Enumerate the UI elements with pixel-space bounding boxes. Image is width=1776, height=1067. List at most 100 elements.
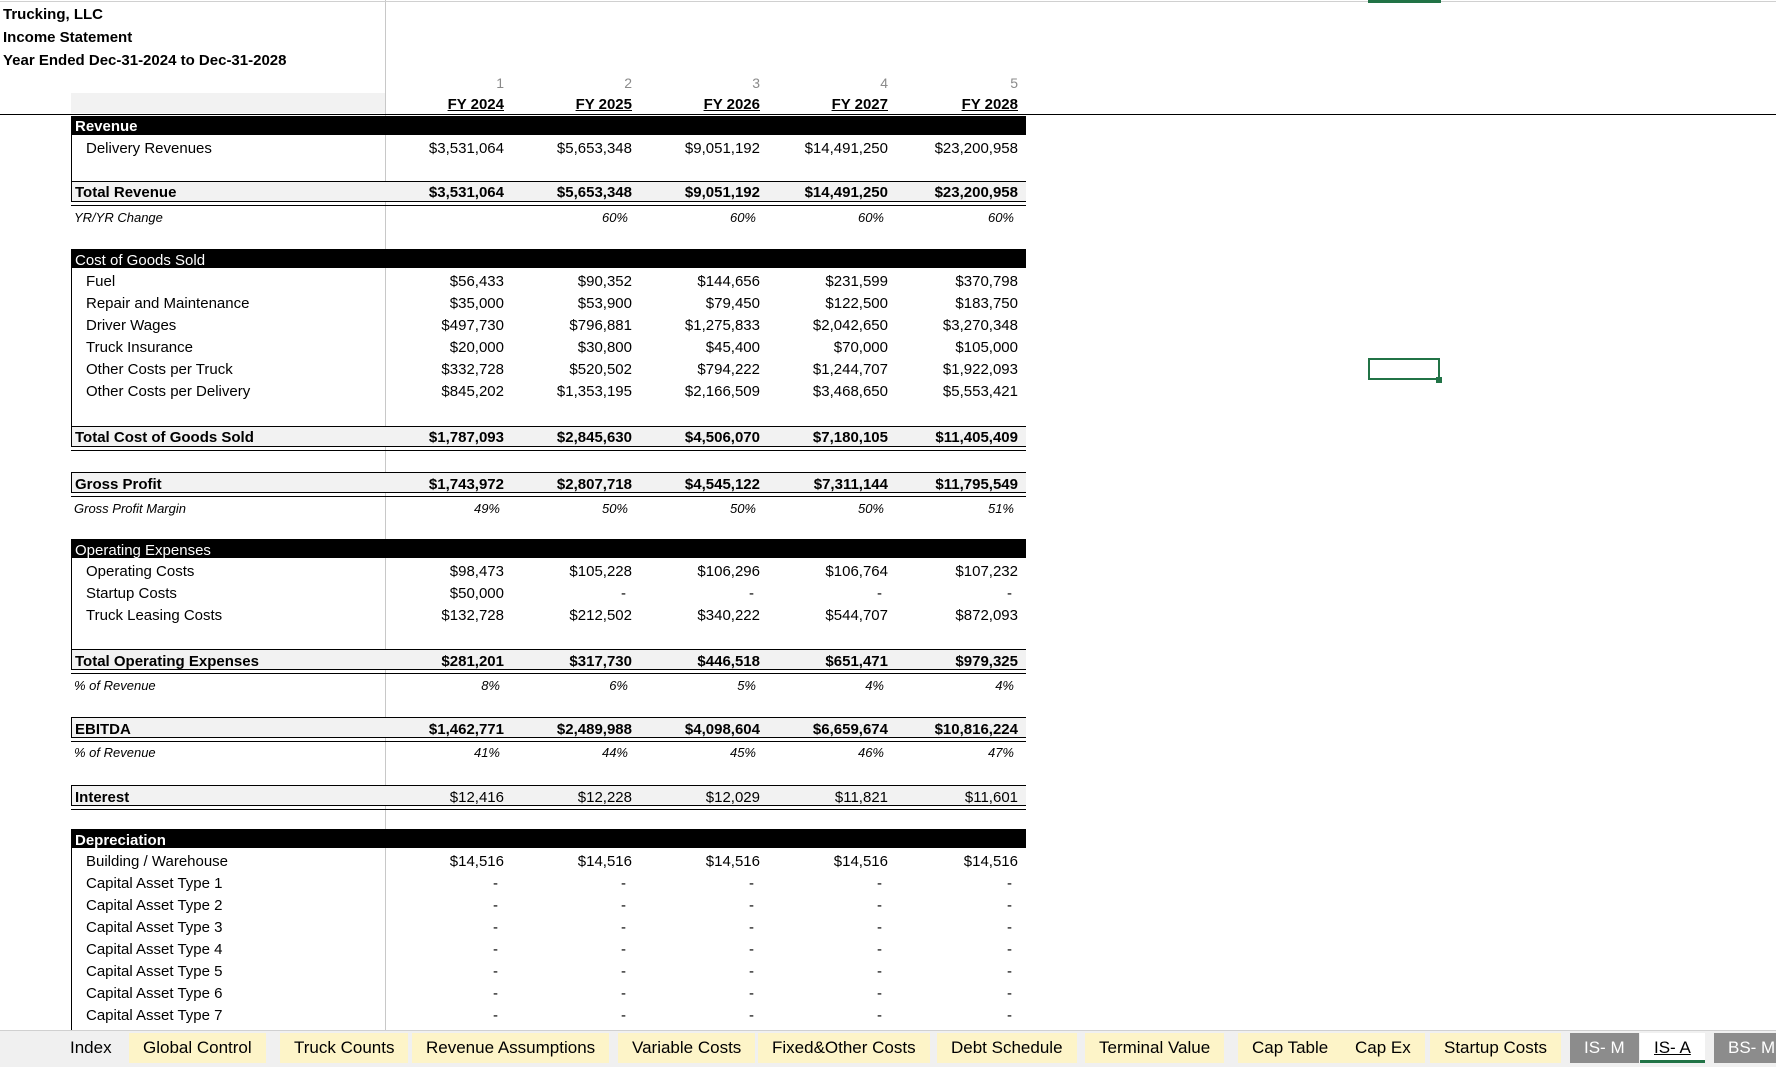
depreciation-value[interactable]: - <box>892 898 1012 913</box>
cogs-value[interactable]: $794,222 <box>640 362 760 377</box>
depreciation-value[interactable]: - <box>634 942 754 957</box>
depreciation-value[interactable]: - <box>762 898 882 913</box>
depreciation-value[interactable]: $14,516 <box>384 854 504 869</box>
cogs-value[interactable]: $56,433 <box>384 274 504 289</box>
depreciation-value[interactable]: - <box>378 1008 498 1023</box>
cogs-value[interactable]: $1,922,093 <box>898 362 1018 377</box>
total-opex-value[interactable]: $446,518 <box>640 654 760 669</box>
yoy-change-value[interactable]: 60% <box>764 211 884 224</box>
ebitda-pct-value[interactable]: 45% <box>636 746 756 759</box>
sheet-tab[interactable]: Cap Table <box>1238 1033 1343 1063</box>
depreciation-value[interactable]: - <box>378 942 498 957</box>
cogs-value[interactable]: $1,244,707 <box>768 362 888 377</box>
cogs-value[interactable]: $497,730 <box>384 318 504 333</box>
depreciation-value[interactable]: - <box>378 876 498 891</box>
opex-pct-value[interactable]: 4% <box>764 679 884 692</box>
sheet-tab[interactable]: Terminal Value <box>1085 1033 1225 1063</box>
depreciation-value[interactable]: - <box>892 1008 1012 1023</box>
opex-pct-value[interactable]: 8% <box>380 679 500 692</box>
gross-profit-value[interactable]: $11,795,549 <box>898 477 1018 492</box>
cogs-value[interactable]: $30,800 <box>512 340 632 355</box>
yoy-change-value[interactable]: 60% <box>636 211 756 224</box>
gross-margin-value[interactable]: 51% <box>894 502 1014 515</box>
depreciation-value[interactable]: - <box>892 876 1012 891</box>
ebitda-pct-value[interactable]: 46% <box>764 746 884 759</box>
yoy-change-value[interactable]: 60% <box>508 211 628 224</box>
depreciation-value[interactable]: $14,516 <box>898 854 1018 869</box>
opex-pct-value[interactable]: 4% <box>894 679 1014 692</box>
total-revenue-value[interactable]: $5,653,348 <box>512 185 632 200</box>
fill-handle[interactable] <box>1436 377 1442 383</box>
opex-value[interactable]: $106,296 <box>640 564 760 579</box>
ebitda-value[interactable]: $2,489,988 <box>512 722 632 737</box>
opex-value[interactable]: $132,728 <box>384 608 504 623</box>
gross-profit-value[interactable]: $1,743,972 <box>384 477 504 492</box>
depreciation-value[interactable]: $14,516 <box>512 854 632 869</box>
depreciation-value[interactable]: - <box>762 920 882 935</box>
cogs-value[interactable]: $796,881 <box>512 318 632 333</box>
cogs-value[interactable]: $122,500 <box>768 296 888 311</box>
sheet-tab[interactable]: Truck Counts <box>280 1033 409 1063</box>
depreciation-value[interactable]: - <box>378 898 498 913</box>
depreciation-value[interactable]: - <box>634 986 754 1001</box>
depreciation-value[interactable]: - <box>506 986 626 1001</box>
depreciation-value[interactable]: - <box>762 942 882 957</box>
opex-value[interactable]: $50,000 <box>384 586 504 601</box>
cogs-value[interactable]: $79,450 <box>640 296 760 311</box>
opex-value[interactable]: - <box>762 586 882 601</box>
opex-value[interactable]: - <box>506 586 626 601</box>
total-cogs-value[interactable]: $11,405,409 <box>898 430 1018 445</box>
opex-pct-value[interactable]: 6% <box>508 679 628 692</box>
sheet-tab[interactable]: Revenue Assumptions <box>412 1033 610 1063</box>
gross-profit-value[interactable]: $2,807,718 <box>512 477 632 492</box>
ebitda-value[interactable]: $4,098,604 <box>640 722 760 737</box>
delivery-revenue-value[interactable]: $5,653,348 <box>512 141 632 156</box>
depreciation-value[interactable]: - <box>378 986 498 1001</box>
depreciation-value[interactable]: - <box>634 876 754 891</box>
sheet-tab[interactable]: Global Control <box>129 1033 266 1063</box>
depreciation-value[interactable]: - <box>762 1008 882 1023</box>
sheet-tab[interactable]: BS- M <box>1714 1033 1776 1063</box>
depreciation-value[interactable]: - <box>892 986 1012 1001</box>
cogs-value[interactable]: $5,553,421 <box>898 384 1018 399</box>
cogs-value[interactable]: $845,202 <box>384 384 504 399</box>
opex-value[interactable]: $544,707 <box>768 608 888 623</box>
opex-value[interactable]: $106,764 <box>768 564 888 579</box>
depreciation-value[interactable]: $14,516 <box>640 854 760 869</box>
cogs-value[interactable]: $35,000 <box>384 296 504 311</box>
cogs-value[interactable]: $1,275,833 <box>640 318 760 333</box>
depreciation-value[interactable]: - <box>634 964 754 979</box>
sheet-tab[interactable]: Startup Costs <box>1430 1033 1561 1063</box>
opex-value[interactable]: $872,093 <box>898 608 1018 623</box>
delivery-revenue-value[interactable]: $9,051,192 <box>640 141 760 156</box>
depreciation-value[interactable]: - <box>634 1008 754 1023</box>
cogs-value[interactable]: $2,166,509 <box>640 384 760 399</box>
depreciation-value[interactable]: - <box>892 942 1012 957</box>
selected-cell[interactable] <box>1368 358 1440 380</box>
opex-value[interactable]: - <box>634 586 754 601</box>
ebitda-value[interactable]: $6,659,674 <box>768 722 888 737</box>
total-revenue-value[interactable]: $9,051,192 <box>640 185 760 200</box>
gross-profit-value[interactable]: $4,545,122 <box>640 477 760 492</box>
sheet-tab[interactable]: Cap Ex <box>1341 1033 1425 1063</box>
total-revenue-value[interactable]: $14,491,250 <box>768 185 888 200</box>
ebitda-pct-value[interactable]: 44% <box>508 746 628 759</box>
ebitda-pct-value[interactable]: 41% <box>380 746 500 759</box>
delivery-revenue-value[interactable]: $23,200,958 <box>898 141 1018 156</box>
total-opex-value[interactable]: $281,201 <box>384 654 504 669</box>
cogs-value[interactable]: $332,728 <box>384 362 504 377</box>
sheet-tab[interactable]: IS- M <box>1570 1033 1639 1063</box>
cogs-value[interactable]: $2,042,650 <box>768 318 888 333</box>
cogs-value[interactable]: $370,798 <box>898 274 1018 289</box>
depreciation-value[interactable]: - <box>634 898 754 913</box>
cogs-value[interactable]: $231,599 <box>768 274 888 289</box>
total-cogs-value[interactable]: $4,506,070 <box>640 430 760 445</box>
cogs-value[interactable]: $70,000 <box>768 340 888 355</box>
opex-pct-value[interactable]: 5% <box>636 679 756 692</box>
gross-margin-value[interactable]: 49% <box>380 502 500 515</box>
interest-value[interactable]: $11,601 <box>898 790 1018 805</box>
total-opex-value[interactable]: $979,325 <box>898 654 1018 669</box>
interest-value[interactable]: $12,228 <box>512 790 632 805</box>
depreciation-value[interactable]: - <box>506 898 626 913</box>
gross-margin-value[interactable]: 50% <box>764 502 884 515</box>
